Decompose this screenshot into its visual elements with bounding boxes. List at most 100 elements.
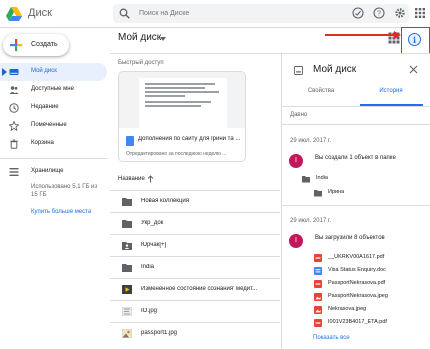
chevron-down-icon[interactable] [160,37,166,41]
pdf-file-icon [314,319,322,327]
expand-caret-icon[interactable] [2,68,7,76]
plus-icon [10,39,23,52]
top-bar: Диск ? [0,0,430,28]
sidebar-item-shared[interactable]: Доступные мне [0,81,107,99]
search-bar[interactable] [113,4,409,23]
file-name: Измененное состояние сознания' медит... [141,286,258,292]
name-column-header[interactable]: Название [118,176,145,182]
apps-grid-icon[interactable] [414,7,426,19]
storage-usage-total: 15 ГБ [31,192,47,198]
activity-item-label: Ирина [328,189,345,195]
panel-title: Мой диск [313,64,357,75]
drive-icon [9,69,19,75]
tabs-divider [282,106,430,107]
sort-arrow-up-icon[interactable] [147,175,154,183]
avatar: I [289,154,303,168]
info-icon: i [408,33,421,46]
activity-date: 29 июл. 2017 г. [290,138,332,144]
activity-item-label: Nekrasova.jpeg [328,306,367,312]
folder-icon [122,220,132,228]
tab-properties[interactable]: Свойства [286,88,356,104]
help-icon[interactable]: ? [373,7,385,19]
activity-item-label: I001V23B4017_ETA.pdf [328,319,387,325]
file-row[interactable]: Новая коллекция [110,190,280,211]
sidebar-item-storage[interactable]: Хранилище [0,163,107,181]
file-name: passport1.jpg [141,330,178,336]
image-thumbnail-icon [122,307,132,316]
folder-icon [302,176,310,183]
offline-sync-icon[interactable] [352,7,364,19]
drive-logo-icon[interactable] [6,7,22,21]
clock-icon [9,103,19,113]
panel-divider [282,124,430,125]
shared-icon [9,86,19,94]
storage-usage: Использовано 5,1 ГБ из [31,184,98,190]
close-icon[interactable] [409,65,418,74]
file-name: India [141,264,155,270]
file-name: Новая коллекция [141,198,189,204]
file-name: Юрчак[+] [141,242,167,248]
trash-icon [10,139,18,149]
file-row[interactable]: Укр_док [110,212,280,233]
activity-action: создали 1 объект в папке [325,155,396,161]
details-info-button[interactable]: i [401,27,430,54]
activity-date: 29 июл. 2017 г. [290,218,332,224]
pdf-file-icon [314,280,322,288]
activity-action: загрузили 8 объектов [325,235,385,241]
folder-icon [314,190,322,197]
pdf-file-icon [314,254,322,262]
activity-item-label: __UKRKV00A1617.pdf [328,254,385,260]
card-subtitle: Отредактировано за последнюю неделю ... [126,151,227,157]
sidebar-item-my-drive[interactable]: Мой диск [0,63,107,81]
svg-text:?: ? [377,11,381,18]
create-label: Создать [31,41,58,48]
create-button[interactable]: Создать [3,34,69,56]
sidebar-item-label: Доступные мне [31,86,74,92]
avatar: I [289,234,303,248]
sidebar-item-label: Мой диск [31,68,57,74]
file-row[interactable]: IO.jpg [110,300,280,321]
document-preview [139,78,227,128]
document-thumbnail [119,72,245,128]
sidebar-item-label: Помеченные [31,122,67,128]
shared-folder-icon [122,242,132,250]
folder-icon [122,264,132,272]
file-row[interactable]: Измененное состояние сознания' медит... [110,278,280,299]
breadcrumb[interactable]: Мой диск [118,32,161,43]
file-row[interactable]: passport1.jpg [110,322,280,343]
image-file-icon [314,306,322,314]
folder-icon [122,198,132,206]
video-thumbnail-icon [122,285,132,294]
annotation-arrow-head [394,31,401,39]
panel-divider [282,205,430,206]
activity-actor: Вы [315,235,324,241]
activity-actor: Вы [315,155,324,161]
search-input[interactable] [139,4,319,23]
settings-gear-icon[interactable] [394,7,406,19]
file-row[interactable]: Юрчак[+] [110,234,280,255]
image-file-icon [314,293,322,301]
tab-history[interactable]: История [356,88,426,104]
annotation-arrow-line [325,34,397,36]
search-icon[interactable] [119,8,130,19]
sidebar-item-trash[interactable]: Корзина [0,135,107,153]
drive-icon [294,66,303,75]
sidebar-item-label: Корзина [31,140,54,146]
card-title: Дополнения по сайту для Ірини та ... [138,136,241,142]
image-thumbnail-icon [122,329,132,338]
sidebar-item-recent[interactable]: Недавние [0,99,107,117]
file-row[interactable]: India [110,256,280,277]
buy-storage-link[interactable]: Купить больше места [31,209,91,215]
sidebar-divider [0,158,107,159]
file-name: IO.jpg [141,308,158,314]
docs-icon [126,136,134,146]
activity-item-label: PassportNekrasova.pdf [328,280,386,286]
details-panel: Мой диск Свойства История Давно 29 июл. … [281,54,430,349]
app-title: Диск [28,7,52,19]
quick-access-card[interactable]: Дополнения по сайту для Ірини та ... Отр… [118,71,246,162]
star-icon [9,121,19,131]
show-all-link[interactable]: Показать все [313,335,350,341]
sidebar-item-starred[interactable]: Помеченные [0,117,107,135]
file-name: Укр_док [141,220,164,226]
period-label: Давно [290,112,308,118]
